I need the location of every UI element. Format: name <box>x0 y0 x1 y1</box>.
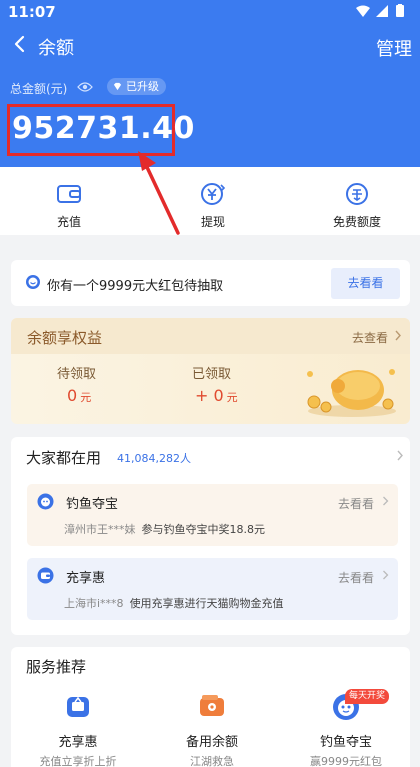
action-row: 充值 提现 免费额度 <box>0 167 420 235</box>
service-sub: 充值立享折上折 <box>39 755 117 767</box>
item-desc-text: 使用充享惠进行天猫购物金充值 <box>129 597 284 610</box>
item-desc-text: 参与钓鱼夺宝中奖18.8元 <box>141 523 266 536</box>
withdraw-yen-icon <box>201 183 226 205</box>
popular-title: 大家都在用 <box>26 449 102 467</box>
page-title: 余额 <box>38 38 74 59</box>
balance-header: 11:07 余额 管理 总金额(元) 已升级 952731.40 <box>0 0 420 167</box>
chevron-right-icon <box>383 570 389 580</box>
service-title: 服务推荐 <box>26 658 87 676</box>
upgrade-badge[interactable]: 已升级 <box>107 78 166 95</box>
pending-label: 待领取 <box>57 367 97 382</box>
free-quota-label: 免费额度 <box>332 215 381 229</box>
service-name: 备用余额 <box>185 735 238 750</box>
wallet-icon <box>37 567 54 584</box>
item-desc: 上海市i***8 使用充享惠进行天猫购物金充值 <box>64 595 284 611</box>
rights-title: 余额享权益 <box>27 329 103 347</box>
notice-view-button[interactable]: 去看看 <box>331 268 400 299</box>
chevron-right-icon <box>395 330 401 341</box>
piggy-bank-icon <box>307 369 396 417</box>
status-time: 11:07 <box>8 3 56 21</box>
eye-icon[interactable] <box>77 81 93 93</box>
pending-unit: 元 <box>80 391 92 404</box>
item-desc: 漳州市王***妹 参与钓鱼夺宝中奖18.8元 <box>64 521 265 537</box>
service-name: 充享惠 <box>58 735 98 750</box>
item-user: 上海市i***8 <box>64 597 124 610</box>
received-amount: + 0 <box>195 386 224 405</box>
received-unit: 元 <box>226 391 238 404</box>
received-label: 已领取 <box>192 367 232 382</box>
balance-amount: 952731.40 <box>12 111 195 146</box>
upgrade-badge-text: 已升级 <box>126 80 159 93</box>
chevron-right-icon <box>383 496 389 506</box>
free-quota-button[interactable]: 免费额度 <box>322 181 392 230</box>
notice-text: 你有一个9999元大红包待抽取 <box>47 279 224 294</box>
popular-user-count: 41,084,282人 <box>117 452 191 465</box>
recharge-label: 充值 <box>56 215 81 229</box>
service-recommend-section: 服务推荐 充享惠 充值立享折上折 备用余额 江湖救急 钓鱼夺宝 赢9999元红包 <box>11 647 410 767</box>
item-name: 钓鱼夺宝 <box>66 497 119 512</box>
service-item-chongxianghui[interactable]: 充享惠 充值立享折上折 <box>18 691 138 767</box>
received-value: + 0元 <box>195 386 238 405</box>
item-user: 漳州市王***妹 <box>64 523 136 536</box>
list-item[interactable]: 充享惠 去看看 上海市i***8 使用充享惠进行天猫购物金充值 <box>27 558 398 620</box>
rights-view-link[interactable]: 去查看 <box>352 329 388 346</box>
total-amount-label: 总金额(元) <box>10 82 68 96</box>
wallet-icon <box>57 185 81 203</box>
fishing-treasure-icon <box>37 493 54 510</box>
diamond-icon <box>113 82 122 91</box>
service-name: 钓鱼夺宝 <box>319 735 372 750</box>
item-go-link[interactable]: 去看看 <box>338 495 374 512</box>
annotation-arrow-icon <box>138 151 180 235</box>
daily-draw-tag: 每天开奖 <box>345 689 390 704</box>
list-item[interactable]: 钓鱼夺宝 去看看 漳州市王***妹 参与钓鱼夺宝中奖18.8元 <box>27 484 398 546</box>
service-item-backup-balance[interactable]: 备用余额 江湖救急 <box>152 691 272 767</box>
balance-rights-card[interactable]: 余额享权益 去查看 待领取 0元 已领取 + 0元 <box>11 318 410 424</box>
gift-bag-icon <box>67 696 89 717</box>
service-sub: 江湖救急 <box>190 755 234 767</box>
red-packet-notice[interactable]: 你有一个9999元大红包待抽取 去看看 <box>11 260 410 306</box>
pending-value: 0元 <box>67 386 91 405</box>
item-go-link[interactable]: 去看看 <box>338 569 374 586</box>
withdraw-label: 提现 <box>200 215 225 229</box>
free-quota-icon <box>346 183 368 205</box>
backup-wallet-icon <box>200 695 224 716</box>
back-icon[interactable] <box>12 34 28 54</box>
service-sub: 赢9999元红包 <box>310 755 382 767</box>
smile-badge-icon <box>26 275 40 289</box>
popular-section: 大家都在用 41,084,282人 钓鱼夺宝 去看看 漳州市王***妹 参与钓鱼夺… <box>11 437 410 635</box>
status-icons <box>356 4 404 17</box>
item-name: 充享惠 <box>66 571 106 586</box>
manage-button[interactable]: 管理 <box>376 35 412 61</box>
chevron-right-icon[interactable] <box>396 450 404 461</box>
recharge-button[interactable]: 充值 <box>34 181 104 230</box>
pending-amount: 0 <box>67 386 78 405</box>
